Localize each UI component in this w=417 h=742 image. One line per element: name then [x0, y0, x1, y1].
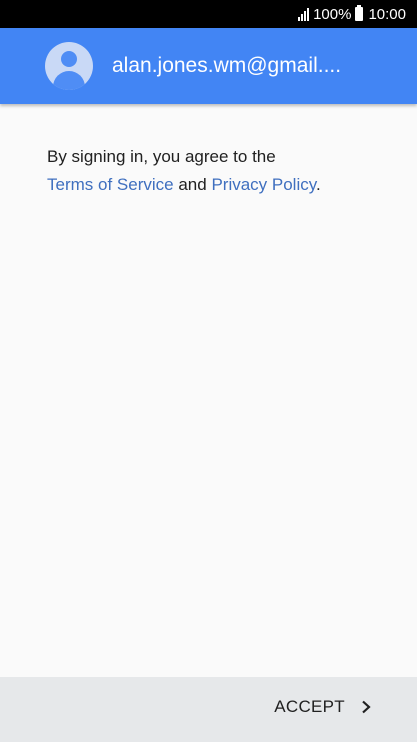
conjunction-text: and — [178, 175, 207, 194]
chevron-right-icon — [362, 700, 371, 714]
footer-bar: ACCEPT — [0, 677, 417, 742]
account-header: alan.jones.wm@gmail.... — [0, 28, 417, 104]
terms-of-service-link[interactable]: Terms of Service — [47, 175, 174, 194]
terms-text: By signing in, you agree to the Terms of… — [47, 143, 387, 199]
avatar-icon — [45, 42, 93, 90]
status-bar: 100% 10:00 — [0, 0, 417, 28]
account-email: alan.jones.wm@gmail.... — [112, 54, 342, 77]
clock: 10:00 — [368, 5, 406, 23]
privacy-policy-link[interactable]: Privacy Policy — [211, 175, 316, 194]
terms-intro: By signing in, you agree to the — [47, 147, 276, 166]
accept-label: ACCEPT — [274, 697, 345, 716]
battery-percent: 100% — [313, 5, 352, 23]
accept-button[interactable]: ACCEPT — [274, 697, 373, 717]
signal-icon — [298, 7, 310, 21]
period-text: . — [315, 175, 321, 194]
battery-icon — [355, 5, 364, 21]
